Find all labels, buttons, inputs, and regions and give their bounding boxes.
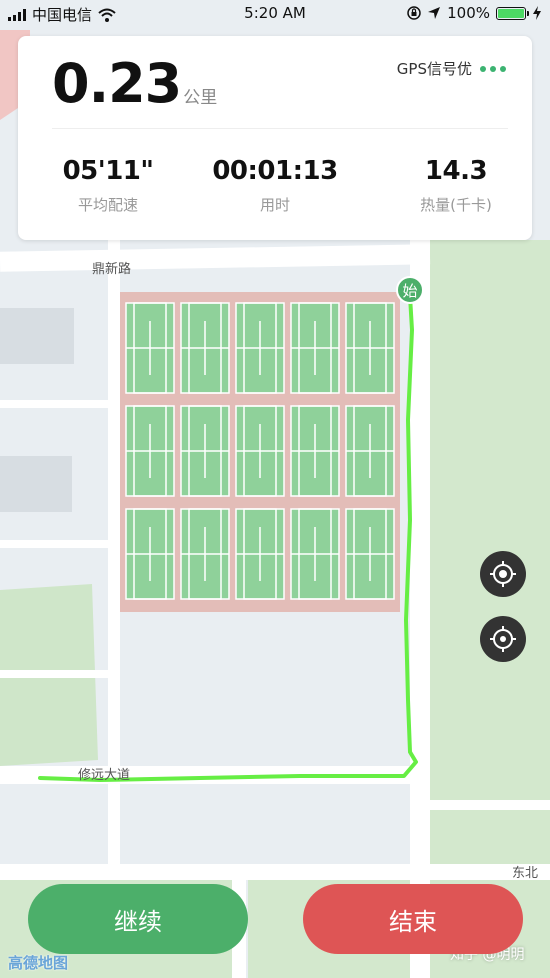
calories-value: 14.3 xyxy=(424,156,488,186)
route-start-marker[interactable]: 始 xyxy=(396,276,424,304)
battery-percent: 100% xyxy=(447,4,490,22)
gps-target-button[interactable] xyxy=(480,616,526,662)
distance-display: 0.23 公里 xyxy=(52,54,217,114)
gps-signal-dots-icon xyxy=(480,65,506,72)
pace-label: 平均配速 xyxy=(77,196,138,214)
continue-button[interactable]: 继续 xyxy=(28,884,248,954)
calories-metric: 14.3 热量(千卡) xyxy=(391,156,521,215)
gps-status: GPS信号优 xyxy=(397,58,506,79)
road-label-dongbei: 东北 xyxy=(512,866,539,881)
status-right: 100% xyxy=(407,4,542,22)
end-button[interactable]: 结束 xyxy=(303,884,523,954)
divider xyxy=(52,128,508,129)
map-provider-logo: 高德地图 xyxy=(8,954,69,972)
gps-status-label: GPS信号优 xyxy=(396,60,472,78)
charging-icon xyxy=(533,6,541,20)
locate-button[interactable] xyxy=(480,551,526,597)
orientation-lock-icon xyxy=(407,6,421,20)
calories-label: 热量(千卡) xyxy=(420,196,492,214)
gps-target-icon xyxy=(490,626,516,652)
duration-value: 00:01:13 xyxy=(212,156,338,186)
duration-metric: 00:01:13 用时 xyxy=(210,156,340,215)
pace-value: 05'11" xyxy=(62,156,154,186)
road-label-xiuyuan: 修远大道 xyxy=(78,768,131,783)
duration-label: 用时 xyxy=(259,196,290,214)
locate-icon xyxy=(490,561,516,587)
status-bar: 中国电信 5:20 AM 100% xyxy=(0,0,550,30)
location-arrow-icon xyxy=(428,7,441,19)
pace-metric: 05'11" 平均配速 xyxy=(43,156,173,215)
stats-card: 0.23 公里 GPS信号优 05'11" 平均配速 00:01:13 用时 1… xyxy=(18,36,532,240)
distance-value: 0.23 xyxy=(52,52,182,115)
battery-icon xyxy=(496,6,529,20)
road-label-dingxin: 鼎新路 xyxy=(92,262,132,277)
distance-unit: 公里 xyxy=(183,88,218,108)
